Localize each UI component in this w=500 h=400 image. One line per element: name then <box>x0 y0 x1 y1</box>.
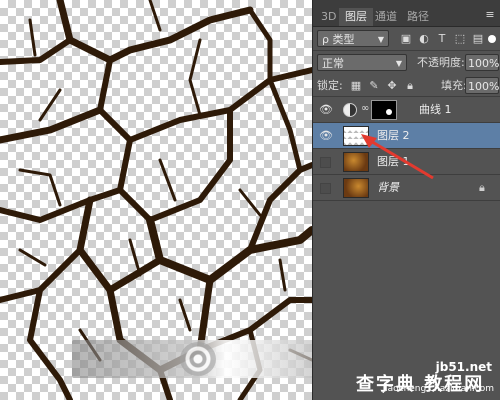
filter-toggle[interactable] <box>488 35 496 43</box>
blend-mode-select[interactable]: 正常 ▼ <box>317 54 407 71</box>
lock-position-icon[interactable]: ✥ <box>385 79 399 93</box>
mask-dot <box>386 109 392 115</box>
chevron-down-icon: ▼ <box>395 59 402 68</box>
watermark-logo <box>180 342 216 376</box>
layer-filter-select[interactable]: ρ 类型 ▼ <box>317 30 389 47</box>
lock-all-icon[interactable]: 🔒︎ <box>403 79 417 93</box>
opacity-input[interactable]: 100% <box>465 54 499 71</box>
layer-name[interactable]: 曲线 1 <box>419 102 452 118</box>
fill-input[interactable]: 100% <box>465 77 499 94</box>
panel-menu-icon[interactable]: ≡ <box>483 8 497 22</box>
annotation-arrow <box>361 134 434 180</box>
divider <box>313 50 500 51</box>
fill-label: 填充: <box>441 79 467 92</box>
document-canvas[interactable] <box>0 0 312 400</box>
smart-object-filter-icon[interactable]: ▤ <box>471 32 485 46</box>
opacity-label: 不透明度: <box>417 56 465 69</box>
shape-filter-icon[interactable]: ⬚ <box>453 32 467 46</box>
type-filter-icon[interactable]: T <box>435 32 449 46</box>
pixel-filter-icon[interactable]: ▣ <box>399 32 413 46</box>
link-icon: ∞ <box>361 103 370 114</box>
tab-channels[interactable]: 通道 <box>369 8 403 26</box>
opacity-value: 100% <box>468 57 500 70</box>
fill-value: 100% <box>468 80 500 93</box>
watermark-chinese-text: 查字典 教程网 <box>356 374 485 395</box>
layer-filter-label: ρ 类型 <box>322 33 355 46</box>
tab-layers[interactable]: 图层 <box>339 8 373 26</box>
curves-adjustment-icon <box>343 103 357 117</box>
lock-label: 锁定: <box>317 79 343 92</box>
layer-mask-thumbnail[interactable] <box>371 100 397 120</box>
lock-paint-icon[interactable]: ✎ <box>367 79 381 93</box>
tab-paths[interactable]: 路径 <box>401 8 435 26</box>
lock-transparent-icon[interactable]: ▦ <box>349 79 363 93</box>
layers-panel: 3D 图层 通道 路径 ≡ ρ 类型 ▼ ▣ ◐ T ⬚ ▤ 正常 ▼ 不透明度… <box>312 0 500 400</box>
blend-mode-value: 正常 <box>322 57 344 70</box>
chevron-down-icon: ▼ <box>377 35 384 44</box>
adjustment-filter-icon[interactable]: ◐ <box>417 32 431 46</box>
panel-tab-bar: 3D 图层 通道 路径 ≡ <box>313 0 500 27</box>
visibility-eye-icon[interactable]: 👁︎ <box>319 104 333 116</box>
